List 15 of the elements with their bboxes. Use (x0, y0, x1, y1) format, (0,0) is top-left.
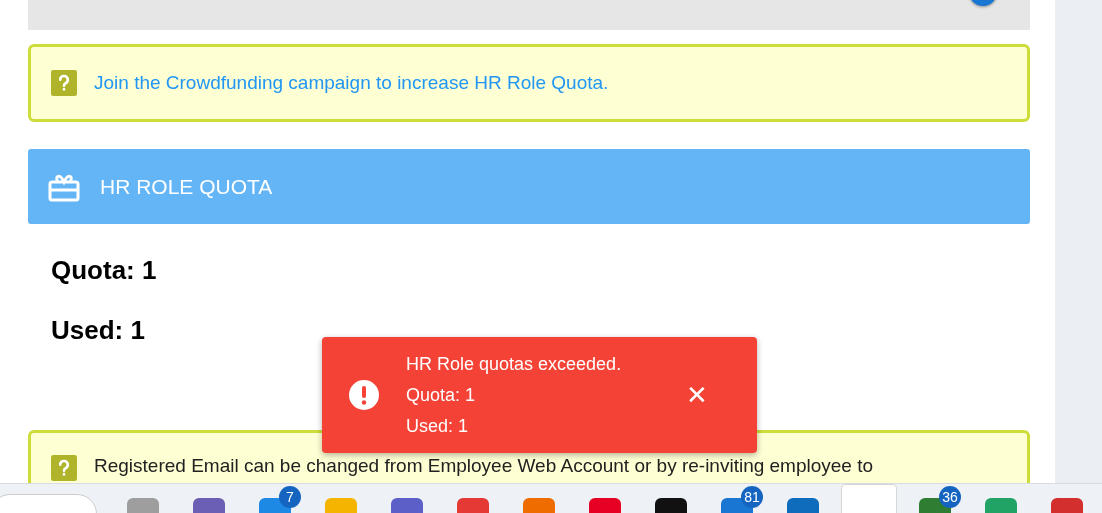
notice-text: Registered Email can be changed from Employee Web Account or by re-inviting employee to (94, 455, 874, 477)
crowdfunding-link[interactable]: Join the Crowdfunding campaign to increase HR Role Quota. (94, 72, 609, 94)
quota-text: Quota: 1 (51, 256, 158, 284)
used-text: Used: 1 (51, 316, 146, 344)
help-icon (51, 455, 77, 481)
close-button[interactable]: ✕ (680, 380, 714, 410)
help-icon (51, 70, 77, 96)
toast-message: Quota: 1 (406, 384, 477, 406)
alert-icon (348, 379, 380, 411)
toast-message: Used: 1 (406, 415, 470, 437)
notification-badge: 81 (741, 486, 763, 508)
panel-title: HR ROLE QUOTA (100, 174, 273, 199)
toast-message: HR Role quotas exceeded. (406, 353, 623, 375)
notification-badge: 36 (939, 486, 961, 508)
notification-badge: 7 (279, 486, 301, 508)
